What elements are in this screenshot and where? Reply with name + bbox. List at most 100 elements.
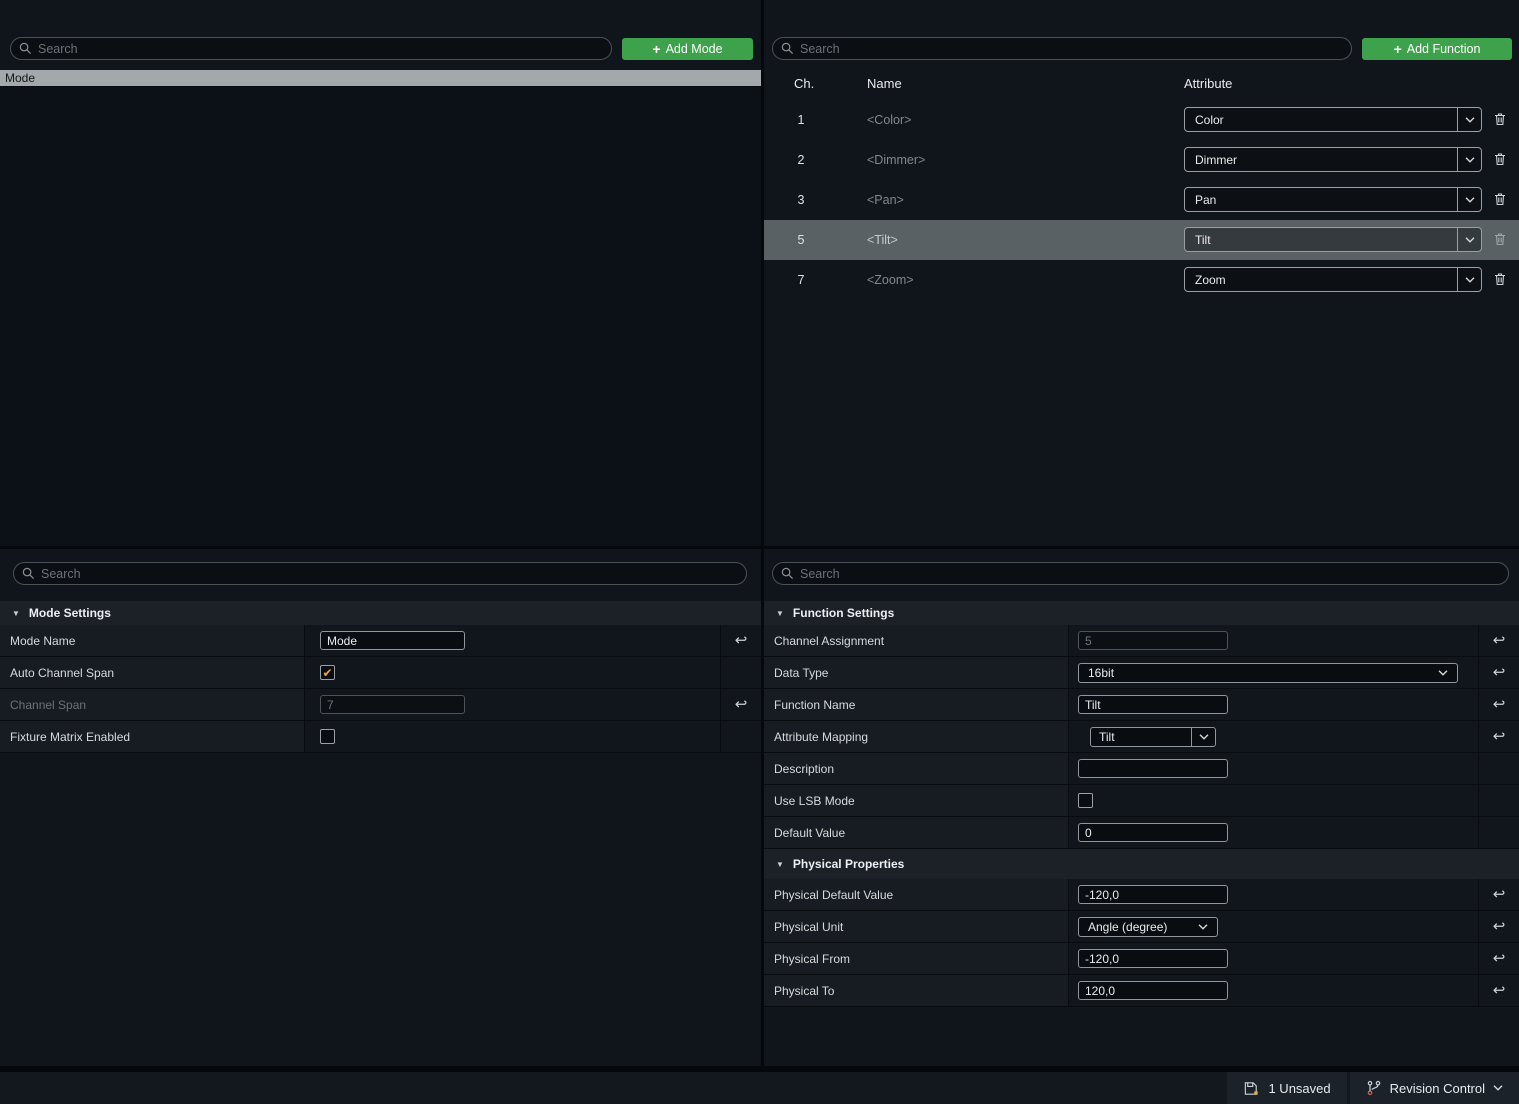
setting-label: Fixture Matrix Enabled (0, 721, 305, 752)
setting-row-use-lsb-mode: Use LSB Mode (764, 785, 1519, 817)
function-channel: 5 (786, 220, 816, 260)
modes-search-input[interactable] (38, 42, 603, 56)
delete-function-button[interactable] (1492, 271, 1510, 289)
attribute-dropdown[interactable]: Dimmer (1184, 147, 1482, 172)
attribute-dropdown[interactable]: Tilt (1184, 227, 1482, 252)
trash-icon (1492, 271, 1508, 287)
attribute-dropdown[interactable]: Color (1184, 107, 1482, 132)
functions-table-header: Ch. Name Attribute (764, 76, 1519, 96)
functions-panel: + Add Function Ch. Name Attribute 1 <Col… (764, 0, 1519, 546)
section-physical-properties[interactable]: ▼ Physical Properties (764, 849, 1519, 879)
unsaved-button[interactable]: 1 Unsaved (1227, 1072, 1346, 1104)
plus-icon: + (1394, 42, 1402, 56)
attribute-value: Zoom (1185, 273, 1457, 287)
physical-from-field[interactable] (1078, 949, 1228, 968)
physical-unit-dropdown[interactable]: Angle (degree) (1078, 917, 1218, 937)
reset-to-default-button[interactable]: ↩ (1493, 697, 1506, 712)
trash-icon (1492, 111, 1508, 127)
setting-label: Physical Default Value (764, 879, 1069, 910)
functions-search[interactable] (772, 37, 1352, 60)
physical-unit-value: Angle (degree) (1088, 920, 1167, 934)
physical-to-field[interactable] (1078, 981, 1228, 1000)
setting-row-physical-to: Physical To ↩ (764, 975, 1519, 1007)
auto-channel-span-checkbox[interactable]: ✔ (320, 665, 335, 680)
setting-row-mode-name: Mode Name ↩ (0, 625, 761, 657)
attribute-mapping-dropdown[interactable]: Tilt (1090, 727, 1216, 747)
mode-settings-search[interactable] (13, 562, 747, 585)
chevron-down-icon (1457, 188, 1481, 211)
setting-row-attribute-mapping: Attribute Mapping Tilt ↩ (764, 721, 1519, 753)
search-icon (781, 567, 794, 580)
modes-search[interactable] (10, 37, 612, 60)
use-lsb-mode-checkbox[interactable] (1078, 793, 1093, 808)
function-name: <Pan> (867, 180, 904, 220)
mode-name-field[interactable] (320, 631, 465, 650)
setting-label: Physical To (764, 975, 1069, 1006)
description-field[interactable] (1078, 759, 1228, 778)
function-row[interactable]: 1 <Color> Color (764, 100, 1519, 140)
attribute-dropdown[interactable]: Zoom (1184, 267, 1482, 292)
function-row[interactable]: 2 <Dimmer> Dimmer (764, 140, 1519, 180)
setting-row-channel-assignment: Channel Assignment ↩ (764, 625, 1519, 657)
setting-row-fixture-matrix: Fixture Matrix Enabled (0, 721, 761, 753)
attribute-value: Color (1185, 113, 1457, 127)
search-icon (22, 567, 35, 580)
delete-function-button[interactable] (1492, 151, 1510, 169)
mode-list-item[interactable]: Mode (0, 70, 761, 87)
setting-label: Physical Unit (764, 911, 1069, 942)
add-function-button[interactable]: + Add Function (1362, 38, 1512, 60)
section-mode-settings[interactable]: ▼ Mode Settings (0, 601, 761, 625)
column-channel: Ch. (794, 76, 814, 91)
function-channel: 3 (786, 180, 816, 220)
function-row-selected[interactable]: 5 <Tilt> Tilt (764, 220, 1519, 260)
setting-label: Attribute Mapping (764, 721, 1069, 752)
reset-to-default-button[interactable]: ↩ (1493, 919, 1506, 934)
function-name: <Tilt> (867, 220, 898, 260)
function-row[interactable]: 7 <Zoom> Zoom (764, 260, 1519, 300)
delete-function-button[interactable] (1492, 231, 1510, 249)
column-attribute: Attribute (1184, 76, 1232, 91)
revision-control-icon (1366, 1080, 1382, 1096)
reset-to-default-button[interactable]: ↩ (1493, 983, 1506, 998)
reset-to-default-button[interactable]: ↩ (735, 697, 748, 712)
revision-control-button[interactable]: Revision Control (1350, 1072, 1519, 1104)
function-row[interactable]: 3 <Pan> Pan (764, 180, 1519, 220)
search-icon (781, 42, 794, 55)
fixture-matrix-checkbox[interactable] (320, 729, 335, 744)
section-title: Function Settings (793, 606, 894, 620)
function-settings-search-input[interactable] (800, 567, 1500, 581)
delete-function-button[interactable] (1492, 111, 1510, 129)
chevron-down-icon (1457, 268, 1481, 291)
section-function-settings[interactable]: ▼ Function Settings (764, 601, 1519, 625)
chevron-down-icon (1457, 108, 1481, 131)
default-value-field[interactable] (1078, 823, 1228, 842)
reset-to-default-button[interactable]: ↩ (1493, 729, 1506, 744)
attribute-dropdown[interactable]: Pan (1184, 187, 1482, 212)
delete-function-button[interactable] (1492, 191, 1510, 209)
mode-list: Mode (0, 70, 761, 546)
physical-default-value-field[interactable] (1078, 885, 1228, 904)
reset-to-default-button[interactable]: ↩ (1493, 633, 1506, 648)
reset-to-default-button[interactable]: ↩ (735, 633, 748, 648)
add-mode-button[interactable]: + Add Mode (622, 38, 753, 60)
attribute-value: Pan (1185, 193, 1457, 207)
function-name: <Zoom> (867, 260, 914, 300)
channel-span-field (320, 695, 465, 714)
add-function-label: Add Function (1407, 42, 1481, 56)
functions-table: 1 <Color> Color 2 <Dimmer> Dimmer (764, 100, 1519, 300)
data-type-dropdown[interactable]: 16bit (1078, 663, 1458, 683)
function-settings-search[interactable] (772, 562, 1509, 585)
setting-label: Default Value (764, 817, 1069, 848)
setting-label: Function Name (764, 689, 1069, 720)
function-name-field[interactable] (1078, 695, 1228, 714)
functions-search-input[interactable] (800, 42, 1343, 56)
reset-to-default-button[interactable]: ↩ (1493, 951, 1506, 966)
unsaved-label: 1 Unsaved (1268, 1081, 1330, 1096)
setting-label: Use LSB Mode (764, 785, 1069, 816)
reset-to-default-button[interactable]: ↩ (1493, 665, 1506, 680)
reset-to-default-button[interactable]: ↩ (1493, 887, 1506, 902)
setting-row-auto-channel-span: Auto Channel Span ✔ (0, 657, 761, 689)
chevron-down-icon (1191, 728, 1215, 746)
mode-settings-search-input[interactable] (41, 567, 738, 581)
attribute-value: Dimmer (1185, 153, 1457, 167)
